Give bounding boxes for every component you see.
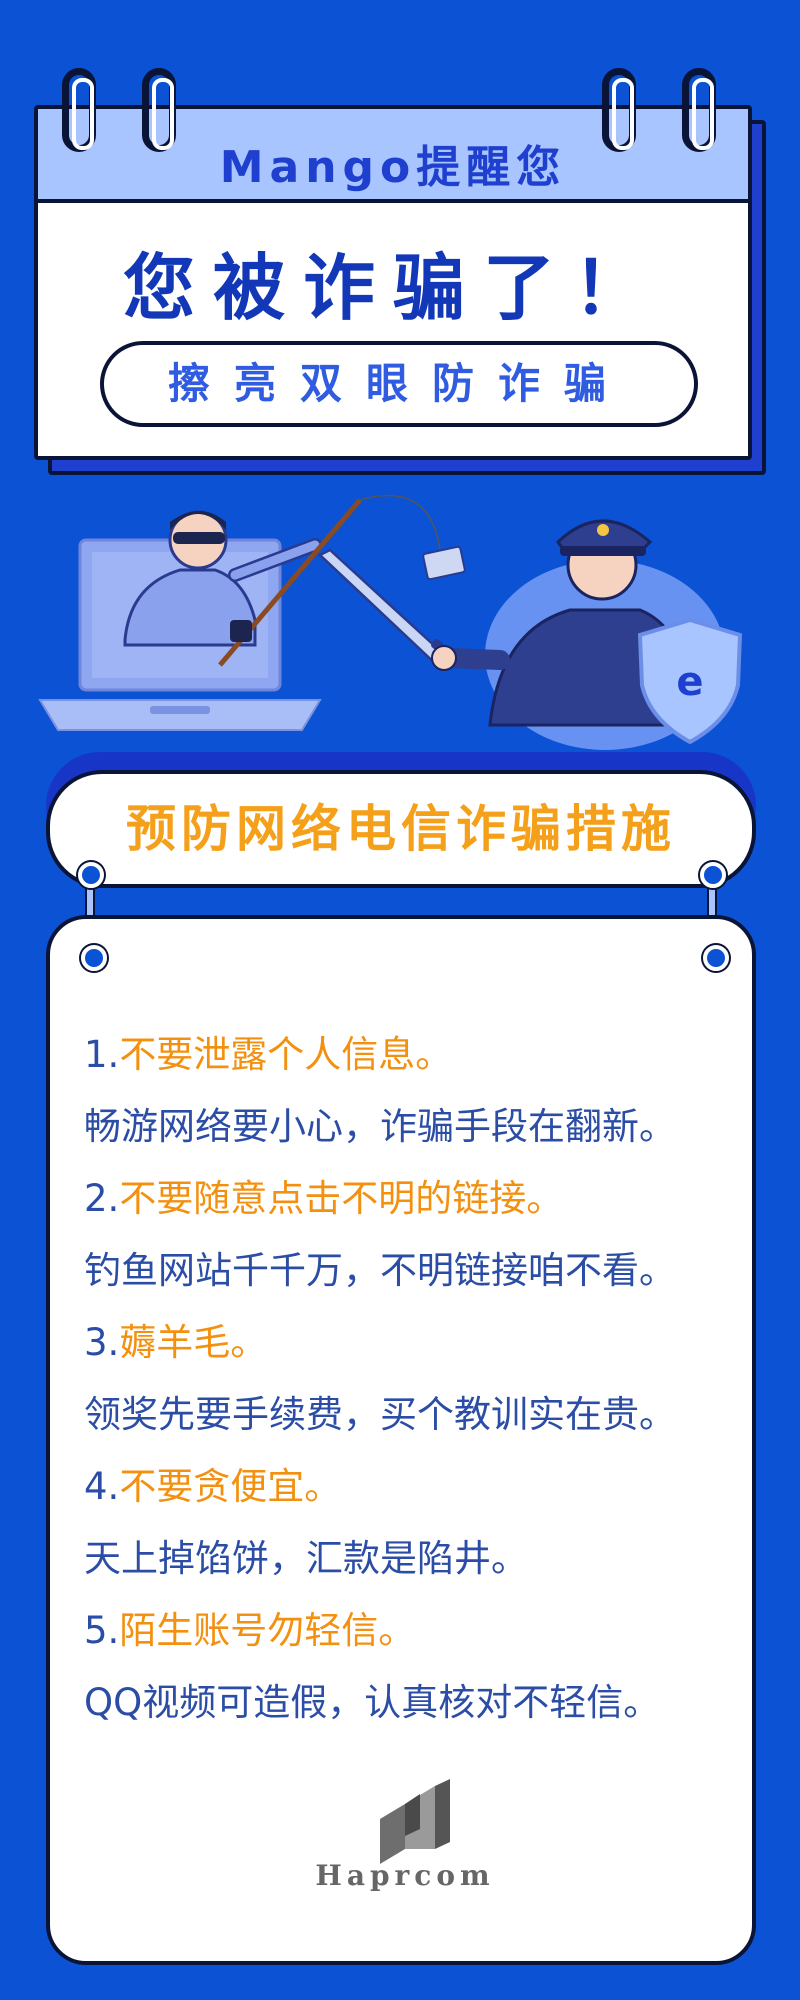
connector-dot [78, 862, 104, 888]
binder-ring-icon [682, 68, 716, 152]
fraud-illustration: e [38, 494, 743, 750]
connector-dot [81, 945, 107, 971]
connector-dot [700, 862, 726, 888]
connector-dot [703, 945, 729, 971]
svg-text:e: e [676, 659, 703, 705]
alert-title: 您被诈骗了！ [122, 246, 663, 330]
measures-title: 预防网络电信诈骗措施 [46, 770, 756, 888]
measure-heading-5: 5.陌生账号勿轻信。 [84, 1609, 416, 1652]
binder-ring-icon [602, 68, 636, 152]
measures-card: 1.不要泄露个人信息。 畅游网络要小心，诈骗手段在翻新。 2.不要随意点击不明的… [46, 915, 756, 1965]
measures-list: 1.不要泄露个人信息。 畅游网络要小心，诈骗手段在翻新。 2.不要随意点击不明的… [84, 1019, 744, 1739]
measure-desc-1: 畅游网络要小心，诈骗手段在翻新。 [84, 1105, 676, 1148]
binder-ring-icon [142, 68, 176, 152]
haprcom-logo-icon [380, 1779, 450, 1864]
measure-heading-3: 3.薅羊毛。 [84, 1321, 268, 1364]
alert-card: Mango提醒您 您被诈骗了！ 擦亮双眼防诈骗 [34, 105, 752, 460]
measure-heading-2: 2.不要随意点击不明的链接。 [84, 1177, 564, 1220]
binder-ring-icon [62, 68, 96, 152]
measure-desc-5: QQ视频可造假，认真核对不轻信。 [84, 1681, 661, 1724]
measure-desc-3: 领奖先要手续费，买个教训实在贵。 [84, 1393, 676, 1436]
measure-desc-2: 钓鱼网站千千万，不明链接咱不看。 [84, 1249, 676, 1292]
slogan-pill: 擦亮双眼防诈骗 [100, 341, 698, 427]
measure-heading-1: 1.不要泄露个人信息。 [84, 1033, 453, 1076]
logo-text: Haprcom [315, 1859, 495, 1892]
measure-heading-4: 4.不要贪便宜。 [84, 1465, 342, 1508]
measure-desc-4: 天上掉馅饼，汇款是陷井。 [84, 1537, 528, 1580]
